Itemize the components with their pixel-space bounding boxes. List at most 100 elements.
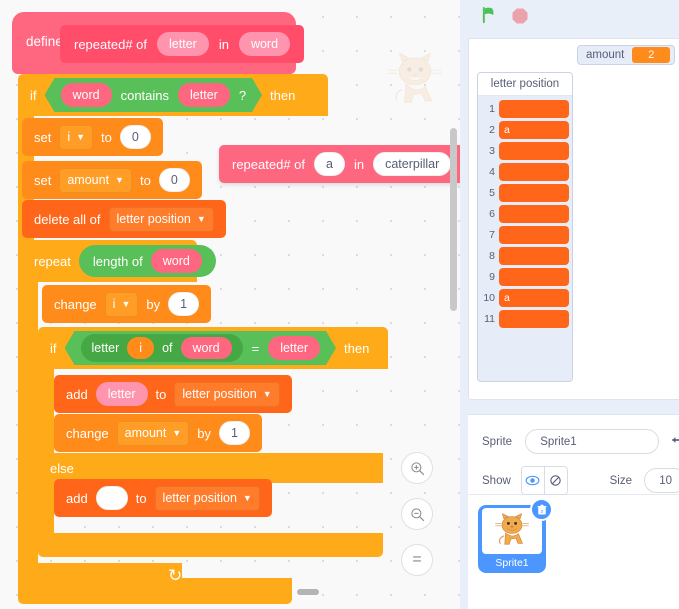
show-hidden-button[interactable]: [544, 467, 567, 494]
floating-block-word-input[interactable]: caterpillar: [373, 152, 452, 176]
change-amount-block[interactable]: change amount ▼ by 1: [54, 414, 262, 452]
change-i-block[interactable]: change i ▼ by 1: [42, 285, 212, 323]
list-monitor-footer: [478, 329, 572, 381]
add-letter-list-label: letter position: [182, 387, 257, 401]
canvas-vertical-scrollbar[interactable]: [450, 128, 457, 311]
delete-list-dropdown[interactable]: letter position ▼: [108, 206, 214, 232]
word-variable-reporter[interactable]: word: [61, 83, 112, 107]
then-keyword: then: [344, 340, 370, 356]
proc-param-letter[interactable]: letter: [157, 32, 209, 56]
list-item-value[interactable]: a: [499, 288, 569, 307]
contains-operator-block[interactable]: word contains letter ?: [45, 78, 263, 112]
if-keyword: if: [30, 87, 37, 103]
list-item-value[interactable]: [499, 141, 569, 160]
zoom-in-button[interactable]: [401, 452, 433, 484]
equals-operator-block[interactable]: letter i of word = letter: [65, 331, 337, 365]
list-item[interactable]: 9: [478, 266, 572, 287]
list-item-value[interactable]: [499, 183, 569, 202]
add-empty-list-dropdown[interactable]: letter position ▼: [154, 485, 260, 511]
list-item[interactable]: 1: [478, 98, 572, 119]
repeat-arm: [22, 282, 38, 563]
delete-all-of-block[interactable]: delete all of letter position ▼: [22, 200, 226, 238]
change-i-value-input[interactable]: 1: [168, 292, 200, 316]
list-item-value[interactable]: [499, 204, 569, 223]
stop-sign-icon[interactable]: [511, 7, 529, 30]
chevron-down-icon: ▼: [196, 213, 206, 224]
set-amount-variable-dropdown[interactable]: amount ▼: [59, 167, 132, 193]
set-i-variable-label: i: [67, 130, 71, 144]
add-empty-value-input[interactable]: [95, 486, 128, 510]
change-amount-value-input[interactable]: 1: [219, 421, 250, 445]
list-item[interactable]: 6: [478, 203, 572, 224]
list-item[interactable]: 11: [478, 308, 572, 329]
set-amount-value-input[interactable]: 0: [158, 168, 190, 192]
list-item[interactable]: 3: [478, 140, 572, 161]
floating-custom-block[interactable]: repeated# of a in caterpillar: [219, 145, 460, 183]
change-i-variable-dropdown[interactable]: i ▼: [104, 291, 139, 317]
add-letter-list-dropdown[interactable]: letter position ▼: [174, 381, 280, 407]
size-label: Size: [609, 474, 632, 487]
define-hat-block[interactable]: define repeated# of letter in word: [12, 12, 305, 74]
show-toggle-group[interactable]: [520, 466, 568, 495]
else-keyword: else: [50, 460, 74, 476]
add-empty-to-list-block[interactable]: add to letter position ▼: [54, 479, 272, 517]
letter-of-operator-block[interactable]: letter i of word: [81, 334, 243, 362]
scripts-canvas[interactable]: if word contains letter ? then define re…: [0, 0, 460, 609]
list-item-value[interactable]: [499, 225, 569, 244]
sprite-name-input[interactable]: Sprite1: [525, 429, 659, 454]
list-item[interactable]: 4: [478, 161, 572, 182]
list-item[interactable]: 10 a: [478, 287, 572, 308]
contains-keyword: contains: [120, 87, 170, 103]
length-of-operand[interactable]: word: [150, 249, 202, 273]
else-branch-arm: [38, 483, 54, 533]
right-panel: amount 2 letter position 1 2 a 3 4 5 6 7…: [460, 0, 679, 609]
sprite-watermark-icon: [383, 52, 447, 110]
letter-variable-reporter[interactable]: letter: [178, 83, 230, 107]
then-branch-arm: [38, 369, 54, 453]
letter-position-list-monitor[interactable]: letter position 1 2 a 3 4 5 6 7 8 9 10 a…: [477, 72, 573, 382]
set-amount-block[interactable]: set amount ▼ to 0: [22, 161, 202, 199]
set-i-value-input[interactable]: 0: [119, 125, 151, 149]
list-item-value[interactable]: [499, 267, 569, 286]
zoom-out-icon: [410, 507, 424, 521]
stage[interactable]: amount 2 letter position 1 2 a 3 4 5 6 7…: [468, 38, 679, 400]
letter-of-string-input[interactable]: word: [181, 337, 232, 359]
length-of-keyword: length of: [92, 253, 143, 269]
letter-of-index-input[interactable]: i: [127, 337, 154, 359]
set-i-variable-dropdown[interactable]: i ▼: [59, 124, 94, 150]
cat-sprite-icon: [495, 513, 529, 545]
list-item-value[interactable]: a: [499, 120, 569, 139]
list-item[interactable]: 2 a: [478, 119, 572, 140]
show-visible-button[interactable]: [521, 467, 545, 494]
list-item-value[interactable]: [499, 246, 569, 265]
add-letter-value[interactable]: letter: [95, 382, 148, 406]
add-letter-to-list-block[interactable]: add letter to letter position ▼: [54, 375, 292, 413]
procedure-prototype[interactable]: repeated# of letter in word: [60, 25, 305, 63]
list-item[interactable]: 5: [478, 182, 572, 203]
sprite-thumbnail-sprite1[interactable]: Sprite1 x: [478, 498, 553, 573]
length-of-operator-block[interactable]: length of word: [78, 245, 216, 277]
green-flag-icon[interactable]: [481, 6, 500, 30]
list-item[interactable]: 7: [478, 224, 572, 245]
repeat-bottom: ↻: [22, 563, 182, 589]
amount-variable-monitor[interactable]: amount 2: [577, 45, 676, 65]
sprite-name-row: Sprite Sprite1: [482, 429, 679, 454]
question-mark: ?: [238, 87, 247, 103]
list-item-value[interactable]: [499, 309, 569, 328]
list-item-value[interactable]: [499, 162, 569, 181]
set-i-block[interactable]: set i ▼ to 0: [22, 118, 163, 156]
then-keyword: then: [270, 87, 296, 103]
zoom-reset-button[interactable]: =: [401, 544, 433, 576]
size-input[interactable]: 10: [644, 468, 679, 493]
list-item[interactable]: 8: [478, 245, 572, 266]
list-item-value[interactable]: [499, 99, 569, 118]
canvas-horizontal-scrollbar[interactable]: [297, 589, 319, 595]
proc-param-word[interactable]: word: [238, 32, 291, 56]
change-amount-variable-dropdown[interactable]: amount ▼: [116, 420, 190, 446]
floating-block-letter-input[interactable]: a: [314, 152, 345, 176]
delete-sprite-button[interactable]: x: [530, 498, 553, 521]
equals-right-operand[interactable]: letter: [268, 336, 320, 360]
zoom-out-button[interactable]: [401, 498, 433, 530]
change-keyword: change: [54, 296, 97, 312]
zoom-controls: =: [401, 452, 433, 590]
